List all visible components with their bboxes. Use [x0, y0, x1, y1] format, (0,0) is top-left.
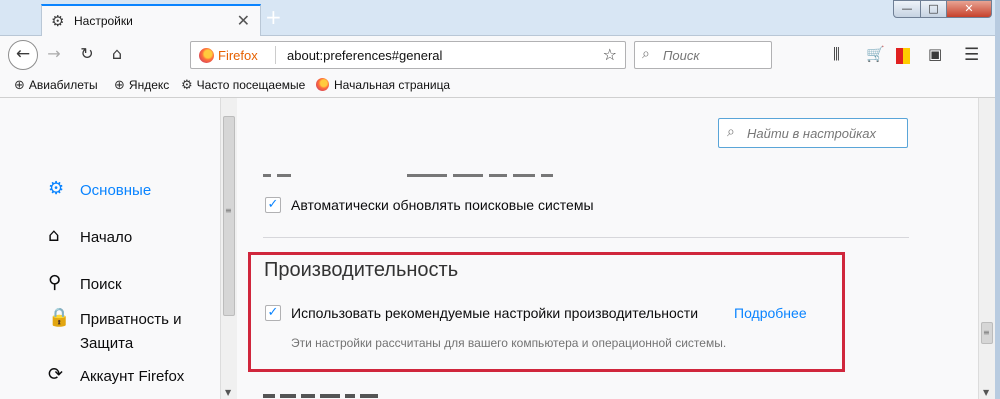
tab-strip: ⚙ Настройки ✕ + — □ ✕ [0, 0, 1000, 36]
home-icon: ⌂ [48, 225, 60, 246]
scrollbar-thumb[interactable] [223, 116, 235, 316]
maximize-button[interactable]: □ [920, 0, 947, 18]
performance-hint: Эти настройки рассчитаны для вашего комп… [291, 336, 727, 350]
bookmark-star-icon[interactable]: ☆ [603, 45, 617, 64]
bookmark-label: Авиабилеты [28, 78, 98, 92]
category-label: Приватность и Защита [80, 311, 182, 352]
bookmark-item[interactable]: ⚙ Часто посещаемые [181, 78, 305, 93]
url-separator [275, 46, 276, 64]
learn-more-link[interactable]: Подробнее [734, 305, 807, 321]
use-recommended-performance-checkbox[interactable]: ✓ [265, 305, 281, 321]
globe-icon: ⊕ [114, 78, 125, 93]
sync-icon: ⟳ [48, 364, 64, 385]
back-arrow-icon[interactable]: ← [8, 40, 38, 70]
search-placeholder: Поиск [663, 48, 700, 63]
firefox-icon [316, 78, 329, 91]
bookmarks-toolbar: ⊕ Авиабилеты ⊕ Яндекс ⚙ Часто посещаемые На… [0, 74, 1000, 98]
firefox-icon [199, 48, 214, 63]
bookmark-label: Часто посещаемые [196, 78, 306, 92]
gear-icon: ⚙ [51, 12, 65, 30]
main-pane: ⌕ Найти в настройках ✓ Автоматически обн… [237, 98, 978, 399]
scroll-down-arrow-icon[interactable]: ▼ [983, 388, 989, 397]
search-icon: ⌕ [642, 46, 650, 62]
search-engines-update-label: Автоматически обновлять поисковые систем… [291, 197, 594, 213]
bookmark-flag-icon[interactable] [896, 48, 910, 64]
new-tab-icon[interactable]: + [265, 5, 282, 29]
find-placeholder: Найти в настройках [747, 126, 877, 141]
url-text[interactable]: about:preferences#general [287, 48, 442, 63]
cart-icon[interactable]: 🛒 [866, 45, 885, 63]
gear-icon: ⚙ [48, 178, 65, 199]
search-input[interactable]: ⌕ Поиск [634, 41, 772, 69]
performance-heading: Производительность [264, 259, 459, 281]
tab-title: Настройки [74, 14, 133, 28]
category-label: Основные [80, 182, 152, 199]
home-icon[interactable]: ⌂ [106, 42, 128, 68]
globe-icon: ⊕ [14, 78, 25, 93]
category-label: Начало [80, 229, 133, 246]
cut-off-heading [263, 388, 423, 399]
category-search[interactable]: ⚲ Поиск [48, 273, 122, 297]
close-window-button[interactable]: ✕ [946, 0, 992, 18]
bookmark-label: Начальная страница [334, 78, 451, 92]
use-recommended-performance-label: Использовать рекомендуемые настройки про… [291, 305, 699, 321]
grip-icon: ≡ [225, 206, 232, 215]
sidebar-toggle-icon[interactable]: ▣ [928, 45, 942, 63]
bookmark-item[interactable]: ⊕ Яндекс [114, 78, 169, 93]
category-label: Поиск [80, 276, 122, 293]
main-scrollbar[interactable]: ≡ ▼ [978, 98, 995, 399]
cut-off-text [263, 170, 583, 178]
category-privacy[interactable]: 🔒 Приватность и Защита [48, 308, 200, 356]
search-engines-update-checkbox[interactable]: ✓ [265, 197, 281, 213]
categories-sidebar: ⚙ Основные ⌂ Начало ⚲ Поиск 🔒 Приватност… [0, 98, 220, 399]
tab-settings[interactable]: ⚙ Настройки ✕ [41, 4, 261, 36]
section-divider [263, 237, 909, 238]
sidebar-scrollbar[interactable]: ≡ ▼ [220, 98, 237, 399]
category-label: Аккаунт Firefox [80, 368, 185, 385]
library-icon[interactable]: ⫼ [833, 45, 840, 63]
identity-label: Firefox [218, 48, 258, 63]
bookmark-item[interactable]: Начальная страница [316, 78, 450, 92]
navigation-toolbar: ← → ↻ ⌂ Firefox about:preferences#genera… [0, 36, 1000, 74]
bookmark-label: Яндекс [128, 78, 170, 92]
category-general[interactable]: ⚙ Основные [48, 179, 151, 203]
grip-icon: ≡ [983, 328, 990, 337]
search-icon: ⌕ [727, 124, 735, 140]
category-home[interactable]: ⌂ Начало [48, 226, 132, 250]
forward-arrow-icon[interactable]: → [44, 42, 64, 68]
hamburger-menu-icon[interactable]: ☰ [964, 45, 979, 65]
find-in-preferences-input[interactable]: ⌕ Найти в настройках [718, 118, 908, 148]
preferences-content: ⚙ Основные ⌂ Начало ⚲ Поиск 🔒 Приватност… [0, 98, 1000, 399]
close-tab-icon[interactable]: ✕ [237, 11, 250, 30]
reload-icon[interactable]: ↻ [76, 42, 98, 68]
window-frame [995, 0, 1000, 399]
gear-icon: ⚙ [181, 78, 193, 93]
minimize-button[interactable]: — [893, 0, 921, 18]
category-sync[interactable]: ⟳ Аккаунт Firefox [48, 365, 184, 389]
bookmark-item[interactable]: ⊕ Авиабилеты [14, 78, 98, 93]
search-icon: ⚲ [48, 272, 62, 293]
scroll-down-arrow-icon[interactable]: ▼ [225, 388, 231, 397]
url-bar[interactable]: Firefox about:preferences#general ☆ [190, 41, 626, 69]
lock-icon: 🔒 [48, 307, 71, 328]
